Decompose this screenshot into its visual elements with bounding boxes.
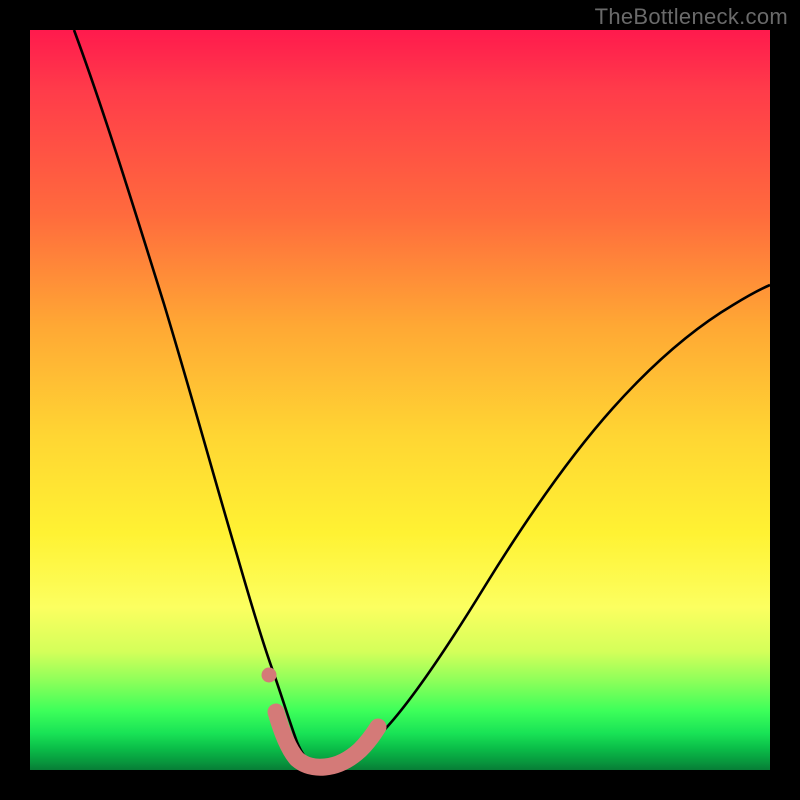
- curve-layer: [30, 30, 770, 770]
- bottleneck-curve: [74, 30, 770, 766]
- chart-frame: TheBottleneck.com: [0, 0, 800, 800]
- watermark-text: TheBottleneck.com: [595, 4, 788, 30]
- plot-area: [30, 30, 770, 770]
- highlight-bottom-band: [276, 712, 378, 767]
- highlight-dot: [262, 668, 277, 683]
